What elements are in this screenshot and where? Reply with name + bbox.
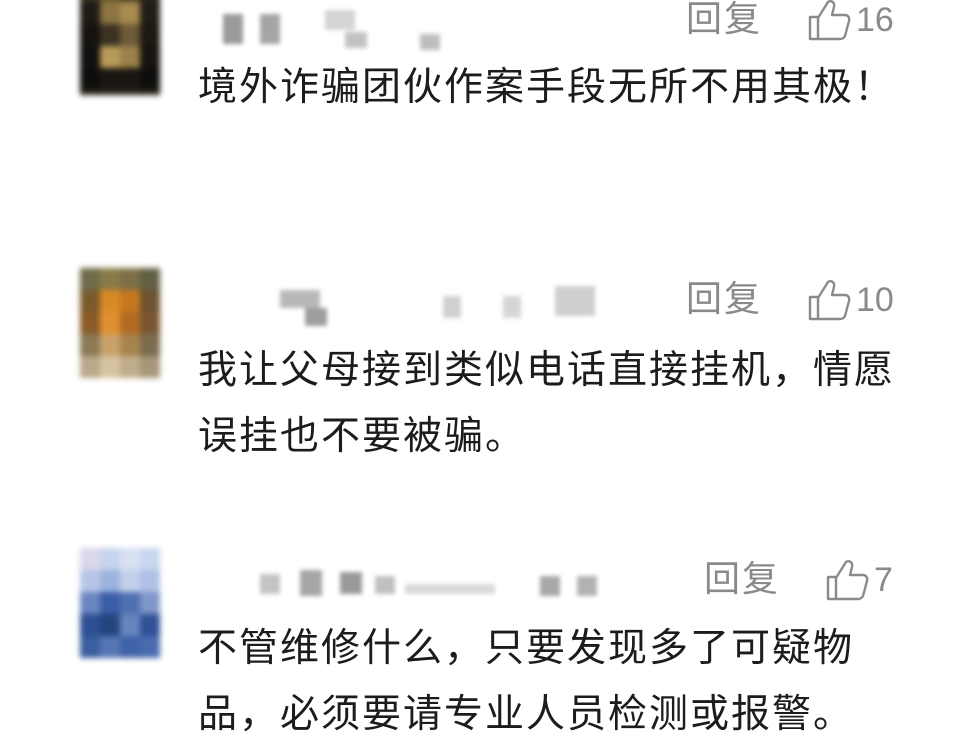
avatar[interactable] (80, 548, 160, 658)
nickname-blurred[interactable] (215, 10, 635, 50)
reply-button[interactable]: 回复 (686, 0, 762, 40)
thumbs-up-icon (808, 0, 851, 41)
like-count: 16 (856, 0, 894, 39)
thumbs-up-icon (808, 280, 851, 321)
reply-button[interactable]: 回复 (686, 280, 762, 320)
like-button[interactable]: 7 (824, 560, 893, 601)
like-button[interactable]: 10 (806, 280, 894, 321)
like-button[interactable]: 16 (806, 0, 894, 41)
thumbs-up-icon (826, 560, 869, 601)
reply-button[interactable]: 回复 (704, 560, 780, 600)
comment-text: 不管维修什么，只要发现多了可疑物品，必须要请专业人员检测或报警。 (198, 626, 855, 737)
like-count: 7 (874, 560, 893, 599)
comment-text: 我让父母接到类似电话直接挂机，情愿误挂也不要被骗。 (198, 348, 896, 459)
avatar[interactable] (80, 268, 160, 378)
avatar[interactable] (80, 0, 160, 95)
like-count: 10 (856, 280, 894, 319)
nickname-blurred[interactable] (215, 568, 635, 608)
comment-text: 境外诈骗团伙作案手段无所不用其极！ (198, 65, 896, 110)
nickname-blurred[interactable] (215, 286, 635, 326)
